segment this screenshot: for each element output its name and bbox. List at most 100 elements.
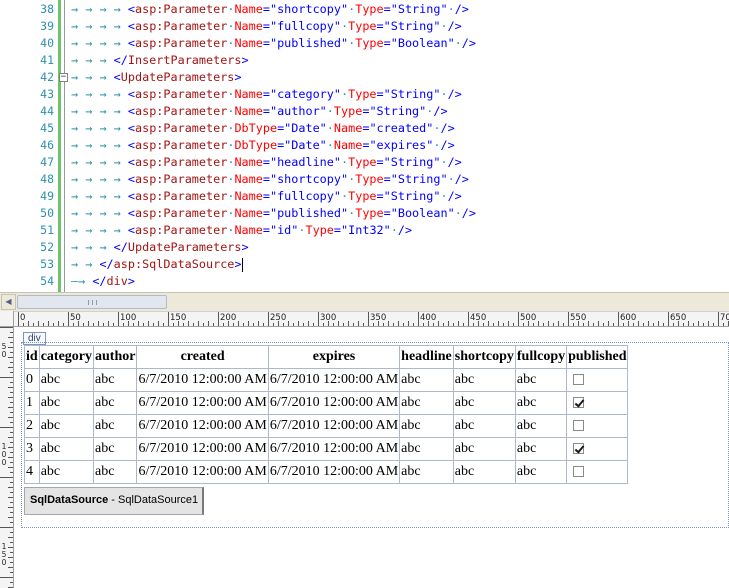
column-header-created[interactable]: created (136, 345, 269, 369)
checkbox-icon[interactable] (573, 466, 585, 478)
ruler-tick (673, 323, 674, 326)
ruler-tick (18, 312, 19, 326)
ruler-tick (703, 323, 704, 326)
column-header-fullcopy[interactable]: fullcopy (514, 345, 568, 369)
line-number: 38 (40, 2, 54, 16)
tab-marker: → (113, 121, 128, 135)
ruler-tick (198, 321, 199, 326)
ruler-tick (358, 321, 359, 326)
ruler-label: 500 (520, 313, 537, 323)
ruler-tick (10, 362, 13, 363)
code-editor[interactable]: 38 → → → → < asp:Parameter · Name = "shortcopy… (0, 0, 729, 292)
space-marker: · (454, 206, 462, 220)
code-text: –→ </div> (71, 273, 135, 290)
equals: = (376, 189, 384, 203)
ruler-tick (8, 497, 13, 498)
tag-name: asp:Parameter (134, 172, 228, 186)
column-header-category[interactable]: category (38, 345, 95, 369)
code-line: 54 –→ </div> (0, 273, 729, 290)
attribute-name: Type (348, 155, 377, 169)
cell-author: abc (92, 414, 138, 438)
checkbox-icon[interactable] (573, 397, 585, 409)
bracket: < (127, 223, 135, 237)
ruler-tick (168, 312, 169, 326)
ruler-tick (503, 323, 504, 326)
bracket: < (127, 206, 135, 220)
attribute-name: Name (333, 138, 363, 152)
cell-shortcopy: abc (452, 368, 516, 392)
column-header-shortcopy[interactable]: shortcopy (452, 345, 516, 369)
attribute-name: Name (234, 223, 263, 237)
ruler-tick (158, 321, 159, 326)
tab-marker: → (85, 104, 100, 118)
attribute-value: "shortcopy" (269, 172, 349, 186)
column-header-published[interactable]: published (566, 345, 629, 369)
tab-marker: → (99, 104, 114, 118)
attribute-value: "fullcopy" (269, 189, 341, 203)
fold-minus-icon[interactable]: − (59, 73, 68, 82)
tab-marker: → (99, 223, 114, 237)
code-text: → → → → <asp:Parameter·Name="author"·Typ… (71, 103, 448, 120)
ruler-tick (63, 323, 64, 326)
cell-shortcopy: abc (452, 437, 516, 461)
attribute-name: DbType (234, 138, 278, 152)
line-number: 41 (40, 53, 54, 67)
ruler-tick (473, 323, 474, 326)
sqldatasource-control[interactable]: SqlDataSource - SqlDataSource1 (24, 487, 204, 515)
scrollbar-thumb[interactable] (17, 295, 167, 309)
ruler-tick (398, 321, 399, 326)
ruler-tick (10, 392, 13, 393)
ruler-tick (243, 323, 244, 326)
ruler-tick (213, 323, 214, 326)
ruler-tick (8, 467, 13, 468)
ruler-tick (548, 321, 549, 326)
tag-name: asp:Parameter (134, 138, 228, 152)
attribute-value: "String" (383, 19, 441, 33)
tag-name: asp:Parameter (134, 19, 228, 33)
cell-created: 6/7/2010 12:00:00 AM (136, 414, 269, 438)
ruler-tick (648, 321, 649, 326)
cell-author: abc (92, 460, 138, 484)
column-header-author[interactable]: author (92, 345, 138, 369)
tab-marker: → (99, 138, 114, 152)
column-header-id[interactable]: id (24, 345, 40, 369)
code-line: 44 → → → → <asp:Parameter·Name="author"·T… (0, 103, 729, 120)
ruler-tick (10, 412, 13, 413)
ruler-tick (10, 372, 13, 373)
ruler-tick (668, 312, 669, 326)
checkbox-icon[interactable] (573, 443, 585, 455)
code-line: 41 → → → </InsertParameters> (0, 52, 729, 69)
code-line: 43 → → → → <asp:Parameter·Name="category"… (0, 86, 729, 103)
ruler-tick (458, 321, 459, 326)
text-cursor (241, 257, 243, 272)
bracket: < (127, 2, 135, 16)
cell-headline: abc (399, 368, 454, 392)
checkbox-icon[interactable] (573, 374, 585, 386)
cell-published (566, 414, 629, 438)
checkbox-icon[interactable] (573, 420, 585, 432)
editor-horizontal-scrollbar[interactable]: ◀ (0, 292, 729, 311)
cell-headline: abc (399, 414, 454, 438)
ruler-tick (33, 323, 34, 326)
ruler-tick (258, 321, 259, 326)
column-header-expires[interactable]: expires (267, 345, 401, 369)
design-surface[interactable]: div id category author created expires headli… (15, 328, 729, 588)
tab-marker: → (71, 206, 86, 220)
ruler-tick (433, 323, 434, 326)
ruler-tick (38, 321, 39, 326)
ruler-tick (698, 321, 699, 326)
ruler-label: 100 (120, 313, 137, 323)
code-line: 39 → → → → <asp:Parameter·Name="fullcopy"… (0, 18, 729, 35)
ruler-label: 0 (20, 313, 26, 323)
ruler-tick (8, 347, 13, 348)
gridview[interactable]: id category author created expires headline sh… (24, 345, 629, 484)
cell-author: abc (92, 391, 138, 415)
ruler-tick (468, 312, 469, 326)
bracket: </ (113, 53, 128, 67)
ruler-tick (598, 321, 599, 326)
arrow-left-icon[interactable]: ◀ (1, 294, 16, 310)
cell-shortcopy: abc (452, 391, 516, 415)
code-line: 49 → → → → <asp:Parameter·Name="fullcopy"… (0, 188, 729, 205)
bracket: > (127, 274, 135, 288)
column-header-headline[interactable]: headline (399, 345, 454, 369)
